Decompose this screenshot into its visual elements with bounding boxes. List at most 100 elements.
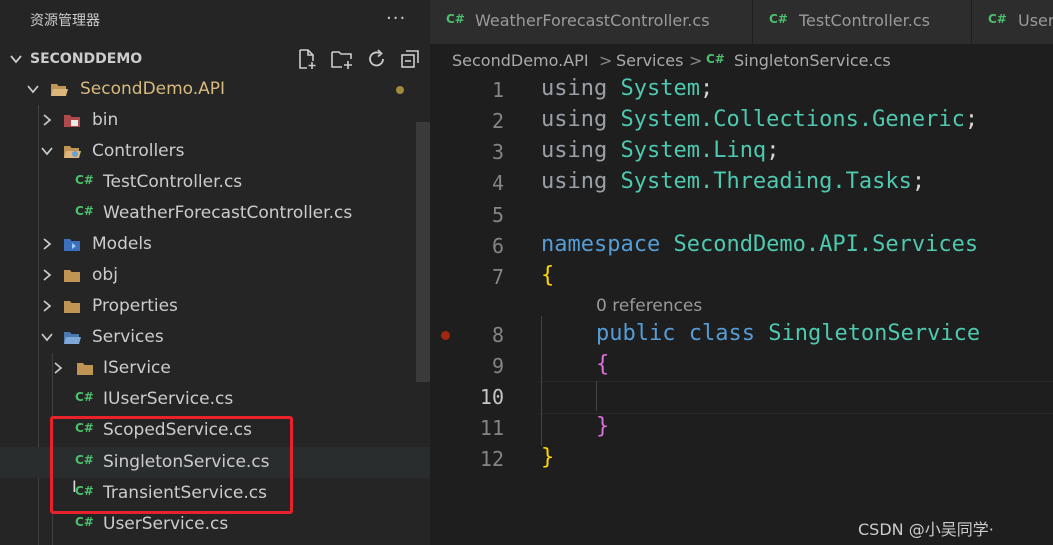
tab-label: TestController.cs [799, 11, 930, 30]
tree-folder-properties[interactable]: Properties [0, 291, 430, 322]
code-line: { [541, 263, 554, 288]
tree-label: SecondDemo.API [80, 79, 226, 99]
refresh-icon[interactable] [366, 48, 388, 70]
more-actions-icon[interactable]: ··· [386, 8, 406, 29]
punctuation: ; [766, 138, 780, 163]
code-line: } [541, 445, 554, 470]
folder-icon [64, 270, 80, 282]
line-number: 8 [491, 323, 504, 347]
folder-icon [77, 363, 93, 375]
code-line: using System.Collections.Generic; [541, 107, 978, 132]
csharp-file-icon: C# [75, 204, 94, 218]
tab-label: WeatherForecastController.cs [475, 11, 710, 30]
line-number: 6 [491, 234, 504, 258]
code-line: } [596, 414, 609, 439]
folder-controllers-icon [64, 146, 81, 158]
workspace-section-header[interactable]: SECONDDEMO [0, 44, 430, 74]
namespace-ref: System.Collections.Generic [620, 107, 965, 132]
tree-label: bin [92, 110, 119, 130]
line-number: 12 [479, 447, 504, 471]
explorer-title: 资源管理器 [30, 13, 100, 29]
tab-testcontroller[interactable]: C# TestController.cs [753, 0, 972, 44]
keyword: using [541, 76, 608, 101]
explorer-title-bar: 资源管理器 ··· [0, 0, 430, 40]
line-number: 9 [491, 354, 504, 378]
line-number-active: 10 [479, 385, 504, 409]
punctuation: ; [699, 76, 714, 101]
annotation-highlight-box [50, 416, 293, 514]
keyword: using [541, 169, 608, 194]
code-line: using System.Linq; [541, 138, 779, 163]
tab-userservice[interactable]: C# User [972, 0, 1053, 44]
tree-label: Models [92, 234, 152, 254]
collapse-all-icon[interactable] [399, 48, 421, 70]
line-number: 3 [491, 140, 504, 164]
text-cursor-icon: I [72, 477, 77, 496]
tree-folder-obj[interactable]: obj [0, 260, 430, 291]
breadcrumb-separator: > [599, 51, 613, 70]
tree-file-testcontroller[interactable]: C# TestController.cs [0, 167, 430, 198]
tree-folder-iservice[interactable]: IService [0, 353, 430, 384]
folder-icon [64, 301, 80, 313]
indent-guide [596, 381, 597, 411]
folder-services-icon [64, 332, 81, 344]
tree-file-iuserservice[interactable]: C# IUserService.cs [0, 384, 430, 415]
line-number: 7 [491, 265, 504, 289]
brace: } [596, 414, 610, 439]
explorer-sidebar: 资源管理器 ··· SECONDDEMO SecondDemo.API bin … [0, 0, 430, 545]
keyword: using [541, 107, 608, 132]
code-editor[interactable]: 1 2 3 4 5 6 7 8 9 10 11 12 using System;… [430, 76, 1053, 545]
tree-label: Services [92, 327, 164, 347]
breadcrumb-item[interactable]: SingletonService.cs [734, 51, 891, 70]
chevron-right-icon [43, 114, 52, 126]
tree-folder-seconddemo-api[interactable]: SecondDemo.API [0, 74, 430, 105]
namespace-name: SecondDemo.API.Services [673, 232, 979, 257]
breadcrumb-separator: > [689, 51, 703, 70]
folder-models-icon [64, 239, 80, 251]
watermark-text: CSDN @小吴同学· [858, 520, 994, 539]
csharp-file-icon: C# [988, 12, 1007, 26]
line-number: 11 [479, 416, 504, 440]
tree-file-weatherforecastcontroller[interactable]: C# WeatherForecastController.cs [0, 198, 430, 229]
punctuation: ; [911, 169, 926, 194]
new-folder-icon[interactable] [330, 48, 352, 70]
chevron-down-icon [41, 147, 53, 156]
new-file-icon[interactable] [296, 48, 318, 70]
modified-indicator [396, 86, 404, 94]
brace: { [596, 352, 610, 377]
tab-label: User [1018, 11, 1053, 30]
csharp-file-icon: C# [75, 390, 94, 404]
folder-open-icon [51, 84, 68, 96]
tree-label: IUserService.cs [103, 389, 234, 409]
keyword: using [541, 138, 608, 163]
chevron-right-icon [43, 238, 52, 250]
csharp-file-icon: C# [75, 515, 94, 529]
tree-folder-models[interactable]: Models [0, 229, 430, 260]
tree-folder-bin[interactable]: bin [0, 105, 430, 136]
tree-folder-controllers[interactable]: Controllers [0, 136, 430, 167]
csharp-file-icon: C# [769, 12, 788, 26]
tab-weatherforecastcontroller[interactable]: C# WeatherForecastController.cs [430, 0, 753, 44]
keyword: public [596, 321, 676, 346]
breadcrumb: SecondDemo.API > Services > C# Singleton… [430, 44, 1053, 76]
folder-bin-icon [64, 115, 80, 127]
punctuation: ; [964, 107, 979, 132]
current-line-highlight [538, 381, 1053, 414]
codelens-references[interactable]: 0 references [596, 296, 702, 316]
code-line: using System.Threading.Tasks; [541, 169, 925, 194]
line-number: 2 [491, 109, 504, 133]
breadcrumb-item[interactable]: SecondDemo.API [452, 51, 589, 70]
chevron-down-icon [27, 85, 39, 94]
explorer-scrollbar[interactable] [416, 122, 430, 382]
chevron-right-icon [54, 362, 63, 374]
breadcrumb-item[interactable]: Services [616, 51, 683, 70]
tree-folder-services[interactable]: Services [0, 322, 430, 353]
brace: { [541, 263, 555, 288]
chevron-right-icon [43, 300, 52, 312]
code-line: using System; [541, 76, 713, 101]
line-number: 4 [491, 171, 504, 195]
indent-guide [541, 316, 542, 446]
code-line: namespace SecondDemo.API.Services [541, 232, 978, 257]
tree-label: UserService.cs [103, 514, 229, 534]
namespace-ref: System.Threading.Tasks [620, 169, 912, 194]
